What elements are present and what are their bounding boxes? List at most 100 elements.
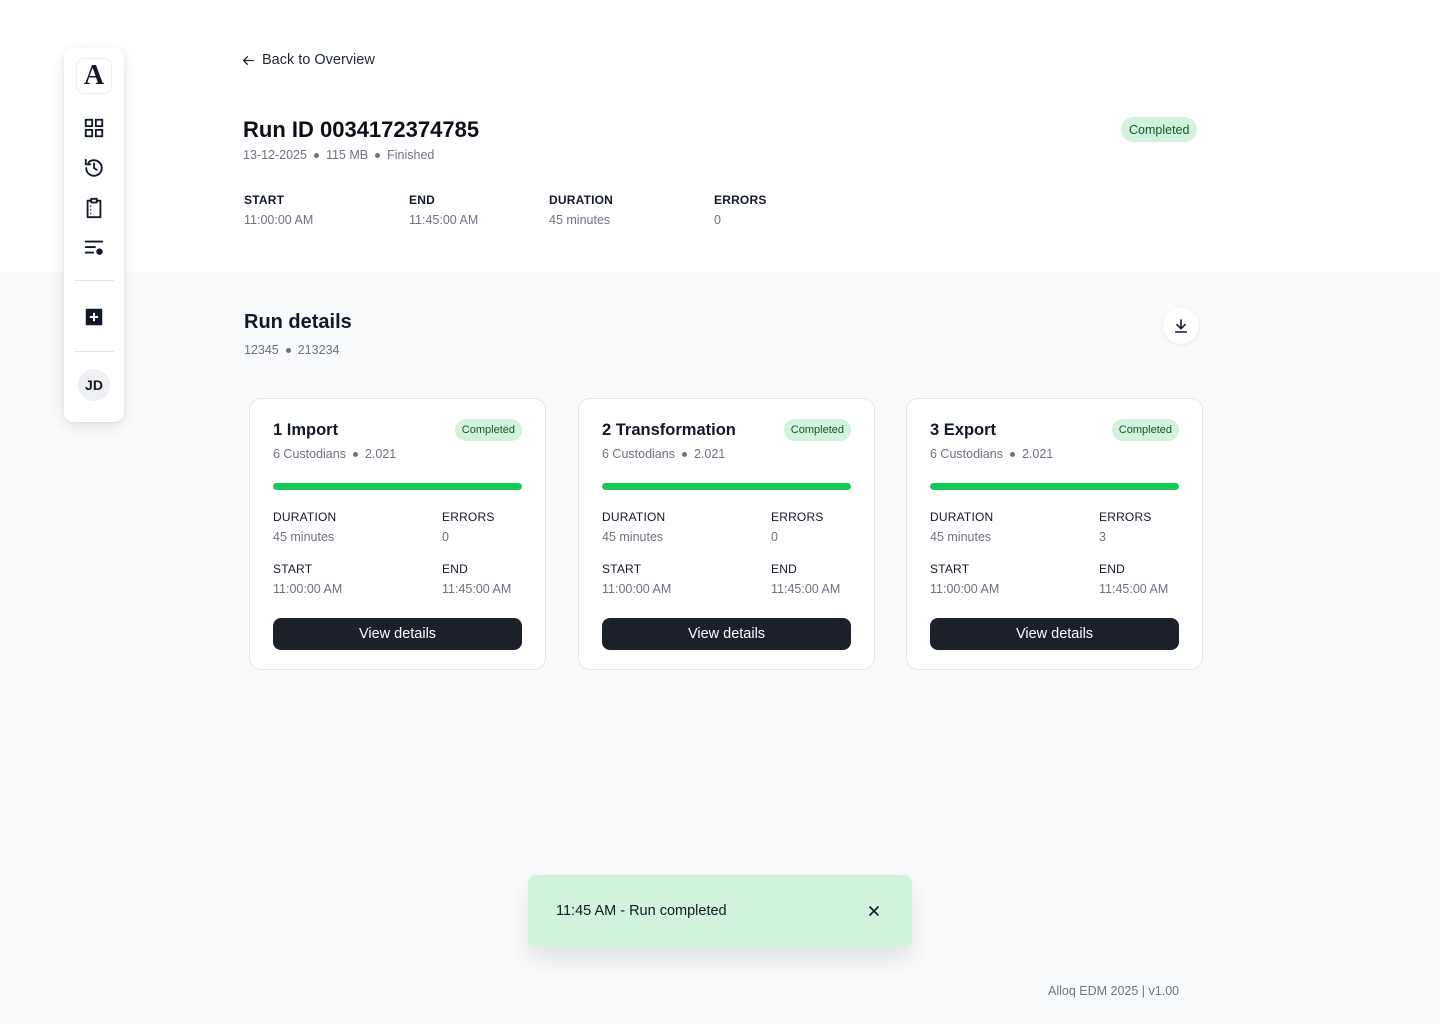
version: 2.021 xyxy=(364,447,397,461)
grid-icon[interactable] xyxy=(76,110,112,146)
stat-value: 11:00:00 AM xyxy=(930,582,1000,596)
stat-errors: ERRORS 0 xyxy=(714,193,767,227)
section-title: Run details xyxy=(244,311,352,333)
stat-value: 11:00:00 AM xyxy=(244,213,314,227)
stat-value: 0 xyxy=(442,530,449,544)
card-title: 2 Transformation xyxy=(602,421,736,439)
history-icon[interactable] xyxy=(76,150,112,186)
run-size: 115 MB xyxy=(325,148,369,162)
progress-fill xyxy=(602,483,851,490)
stat-value: 0 xyxy=(771,530,778,544)
progress-fill xyxy=(930,483,1179,490)
card-stat-duration: DURATION 45 minutes xyxy=(273,510,336,544)
stat-label: ERRORS xyxy=(442,510,495,524)
run-detail-id-b: 213234 xyxy=(297,343,340,357)
custodians-count: 6 Custodians xyxy=(602,447,675,461)
run-state: Finished xyxy=(387,148,435,162)
back-link-label: Back to Overview xyxy=(262,52,375,68)
status-badge: Completed xyxy=(454,419,522,441)
back-to-overview-link[interactable]: Back to Overview xyxy=(242,50,375,70)
status-badge: Completed xyxy=(1111,419,1179,441)
stat-label: ERRORS xyxy=(771,510,824,524)
stat-label: ERRORS xyxy=(714,193,767,207)
close-icon[interactable] xyxy=(864,901,884,921)
custodians-count: 6 Custodians xyxy=(930,447,1003,461)
separator-dot xyxy=(352,451,358,457)
separator-dot xyxy=(313,152,319,158)
card-stat-errors: ERRORS 0 xyxy=(771,510,824,544)
status-badge: Completed xyxy=(783,419,851,441)
stat-label: END xyxy=(442,562,468,576)
card-title: 1 Import xyxy=(273,421,339,439)
progress-fill xyxy=(273,483,522,490)
card-stat-end: END 11:45:00 AM xyxy=(442,562,511,596)
stat-label: END xyxy=(771,562,797,576)
card-stat-duration: DURATION 45 minutes xyxy=(602,510,665,544)
stat-label: DURATION xyxy=(273,510,337,524)
separator-dot xyxy=(1009,451,1015,457)
app-logo[interactable]: A xyxy=(76,58,112,94)
stat-label: ERRORS xyxy=(1099,510,1152,524)
stat-label: START xyxy=(930,562,970,576)
header-band xyxy=(0,0,1440,272)
view-details-button[interactable]: View details xyxy=(602,618,851,650)
stat-label: START xyxy=(602,562,642,576)
separator-dot xyxy=(375,152,381,158)
run-meta: 13-12-2025 115 MB Finished xyxy=(243,148,434,162)
plus-square-icon[interactable] xyxy=(76,299,112,335)
stat-value: 0 xyxy=(714,213,721,227)
download-icon xyxy=(1174,319,1188,333)
stat-value: 11:00:00 AM xyxy=(602,582,672,596)
stat-label: END xyxy=(409,193,435,207)
step-card-import: 1 Import Completed 6 Custodians 2.021 DU… xyxy=(249,398,546,670)
stat-value: 3 xyxy=(1099,530,1106,544)
card-stat-errors: ERRORS 0 xyxy=(442,510,495,544)
view-details-button[interactable]: View details xyxy=(273,618,522,650)
download-button[interactable] xyxy=(1163,308,1199,344)
step-card-transformation: 2 Transformation Completed 6 Custodians … xyxy=(578,398,875,670)
clipboard-icon[interactable] xyxy=(76,190,112,226)
stat-label: DURATION xyxy=(602,510,666,524)
sidebar: A JD xyxy=(64,48,124,422)
toast-message: 11:45 AM - Run completed xyxy=(556,903,727,919)
avatar[interactable]: JD xyxy=(78,369,110,401)
card-stat-start: START 11:00:00 AM xyxy=(602,562,671,596)
card-title: 3 Export xyxy=(930,421,997,439)
status-badge: Completed xyxy=(1121,117,1198,142)
card-stat-duration: DURATION 45 minutes xyxy=(930,510,993,544)
list-settings-icon[interactable] xyxy=(76,230,112,266)
card-stat-start: START 11:00:00 AM xyxy=(930,562,999,596)
view-details-button[interactable]: View details xyxy=(930,618,1179,650)
run-date: 13-12-2025 xyxy=(243,148,307,162)
separator-dot xyxy=(681,451,687,457)
progress-bar xyxy=(602,483,851,490)
custodians-count: 6 Custodians xyxy=(273,447,346,461)
card-meta: 6 Custodians 2.021 xyxy=(602,447,725,461)
separator-dot xyxy=(285,347,291,353)
card-meta: 6 Custodians 2.021 xyxy=(930,447,1053,461)
stat-end: END 11:45:00 AM xyxy=(409,193,478,227)
section-subtitle: 12345 213234 xyxy=(244,343,339,357)
stat-label: START xyxy=(244,193,285,207)
stat-value: 45 minutes xyxy=(549,213,611,227)
stat-start: START 11:00:00 AM xyxy=(244,193,313,227)
stat-label: END xyxy=(1099,562,1125,576)
card-stat-end: END 11:45:00 AM xyxy=(771,562,840,596)
stat-value: 11:45:00 AM xyxy=(771,582,841,596)
stat-value: 11:45:00 AM xyxy=(409,213,479,227)
arrow-left-icon xyxy=(242,55,255,65)
progress-bar xyxy=(273,483,522,490)
stat-value: 11:45:00 AM xyxy=(442,582,512,596)
stat-value: 11:45:00 AM xyxy=(1099,582,1169,596)
stat-value: 11:00:00 AM xyxy=(273,582,343,596)
stat-value: 45 minutes xyxy=(273,530,335,544)
version: 2.021 xyxy=(1021,447,1054,461)
card-stat-errors: ERRORS 3 xyxy=(1099,510,1152,544)
run-detail-id-a: 12345 xyxy=(244,343,279,357)
sidebar-divider xyxy=(74,280,114,281)
stat-duration: DURATION 45 minutes xyxy=(549,193,613,227)
page-title: Run ID 0034172374785 xyxy=(243,117,480,142)
stat-label: DURATION xyxy=(549,193,614,207)
toast-notification: 11:45 AM - Run completed xyxy=(528,875,912,947)
progress-bar xyxy=(930,483,1179,490)
